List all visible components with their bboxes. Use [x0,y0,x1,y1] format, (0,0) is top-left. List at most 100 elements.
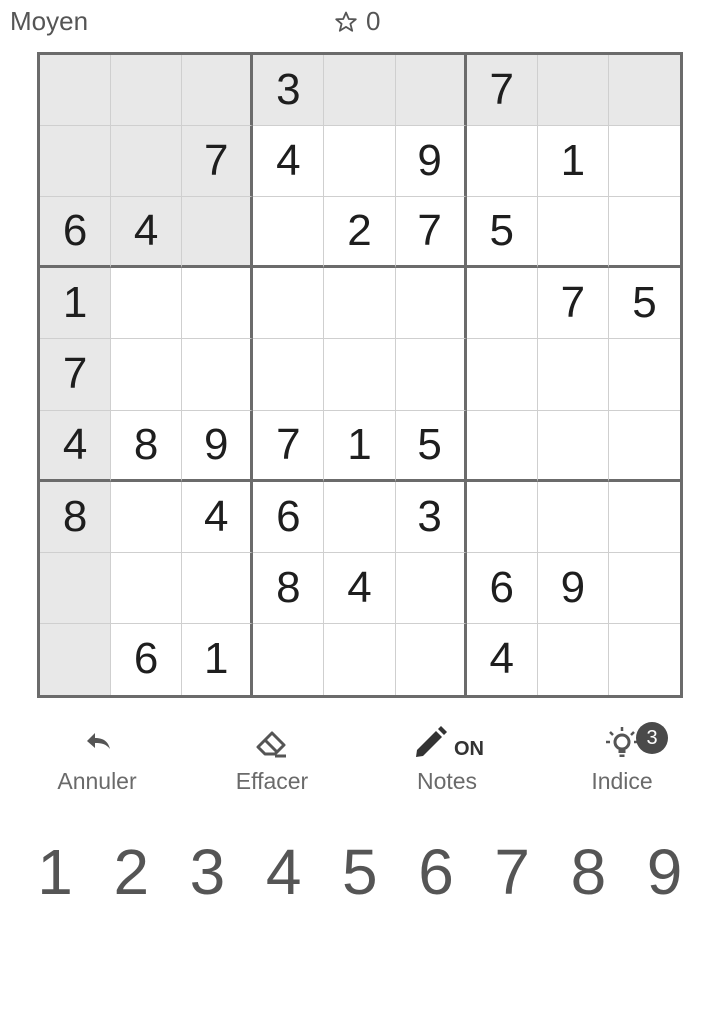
numpad-key[interactable]: 6 [398,832,474,912]
sudoku-cell[interactable] [324,623,396,695]
sudoku-cell[interactable] [182,197,254,269]
undo-button[interactable]: Annuler [27,718,167,808]
sudoku-cell[interactable]: 4 [253,126,325,198]
sudoku-cell[interactable] [608,481,680,553]
sudoku-cell[interactable]: 5 [608,268,680,340]
sudoku-cell[interactable] [324,268,396,340]
sudoku-cell[interactable]: 5 [395,410,467,482]
numpad-key[interactable]: 5 [322,832,398,912]
sudoku-cell[interactable]: 5 [466,197,538,269]
sudoku-cell[interactable] [466,481,538,553]
sudoku-cell[interactable] [111,268,183,340]
sudoku-cell[interactable] [324,481,396,553]
sudoku-cell[interactable] [182,552,254,624]
sudoku-cell[interactable]: 2 [324,197,396,269]
sudoku-cell[interactable] [537,623,609,695]
sudoku-cell[interactable]: 7 [466,55,538,127]
sudoku-cell[interactable]: 6 [253,481,325,553]
numpad-key[interactable]: 7 [474,832,550,912]
sudoku-cell[interactable] [608,197,680,269]
sudoku-cell[interactable]: 4 [111,197,183,269]
sudoku-cell[interactable] [466,410,538,482]
score-value: 0 [366,6,381,36]
sudoku-cell[interactable] [182,268,254,340]
sudoku-cell[interactable] [466,339,538,411]
sudoku-cell[interactable]: 9 [182,410,254,482]
sudoku-cell[interactable]: 9 [537,552,609,624]
numpad-key[interactable]: 2 [93,832,169,912]
numpad-key[interactable]: 3 [169,832,245,912]
notes-button[interactable]: ON Notes [377,718,517,808]
sudoku-cell[interactable] [324,55,396,127]
sudoku-cell[interactable]: 1 [324,410,396,482]
sudoku-cell[interactable]: 3 [395,481,467,553]
sudoku-cell[interactable] [537,339,609,411]
sudoku-cell[interactable] [537,197,609,269]
sudoku-cell[interactable]: 4 [466,623,538,695]
sudoku-cell[interactable] [395,623,467,695]
sudoku-cell[interactable] [253,623,325,695]
sudoku-cell[interactable] [537,410,609,482]
sudoku-cell[interactable] [253,197,325,269]
erase-button[interactable]: Effacer [202,718,342,808]
sudoku-cell[interactable] [253,339,325,411]
sudoku-cell[interactable] [111,339,183,411]
sudoku-cell[interactable] [111,55,183,127]
sudoku-cell[interactable] [40,126,112,198]
sudoku-cell[interactable]: 6 [40,197,112,269]
sudoku-cell[interactable]: 4 [182,481,254,553]
sudoku-cell[interactable]: 3 [253,55,325,127]
sudoku-cell[interactable] [40,552,112,624]
number-pad: 123456789 [17,832,703,912]
sudoku-cell[interactable]: 4 [40,410,112,482]
sudoku-cell[interactable]: 8 [40,481,112,553]
sudoku-cell[interactable]: 8 [111,410,183,482]
numpad-key[interactable]: 9 [627,832,703,912]
sudoku-cell[interactable] [111,552,183,624]
erase-label: Effacer [235,768,309,794]
sudoku-cell[interactable]: 6 [466,552,538,624]
hint-button[interactable]: 3 Indice [552,718,692,808]
sudoku-cell[interactable] [395,552,467,624]
numpad-key[interactable]: 4 [246,832,322,912]
sudoku-cell[interactable] [608,410,680,482]
numpad-key[interactable]: 8 [550,832,626,912]
notes-state-label: ON [454,737,484,760]
sudoku-cell[interactable] [111,126,183,198]
sudoku-cell[interactable] [395,339,467,411]
sudoku-cell[interactable] [466,268,538,340]
undo-label: Annuler [57,768,137,794]
sudoku-cell[interactable]: 9 [395,126,467,198]
sudoku-cell[interactable] [324,339,396,411]
sudoku-cell[interactable] [608,339,680,411]
sudoku-cell[interactable] [466,126,538,198]
sudoku-cell[interactable] [111,481,183,553]
sudoku-cell[interactable] [608,126,680,198]
sudoku-cell[interactable]: 1 [537,126,609,198]
sudoku-cell[interactable] [182,339,254,411]
sudoku-cell[interactable]: 8 [253,552,325,624]
sudoku-cell[interactable] [608,552,680,624]
sudoku-cell[interactable] [253,268,325,340]
sudoku-cell[interactable] [40,55,112,127]
sudoku-cell[interactable] [182,55,254,127]
sudoku-cell[interactable] [395,55,467,127]
sudoku-cell[interactable]: 7 [40,339,112,411]
sudoku-cell[interactable]: 6 [111,623,183,695]
sudoku-cell[interactable]: 7 [253,410,325,482]
sudoku-cell[interactable]: 7 [395,197,467,269]
numpad-key[interactable]: 1 [17,832,93,912]
sudoku-cell[interactable] [608,55,680,127]
sudoku-cell[interactable] [537,55,609,127]
sudoku-cell[interactable] [324,126,396,198]
sudoku-cell[interactable] [608,623,680,695]
sudoku-cell[interactable]: 7 [537,268,609,340]
sudoku-cell[interactable] [537,481,609,553]
sudoku-cell[interactable] [40,623,112,695]
sudoku-cell[interactable]: 1 [182,623,254,695]
sudoku-cell[interactable]: 1 [40,268,112,340]
sudoku-cell[interactable] [395,268,467,340]
sudoku-cell[interactable]: 4 [324,552,396,624]
sudoku-cell[interactable]: 7 [182,126,254,198]
top-bar: Moyen 0 [0,0,720,46]
